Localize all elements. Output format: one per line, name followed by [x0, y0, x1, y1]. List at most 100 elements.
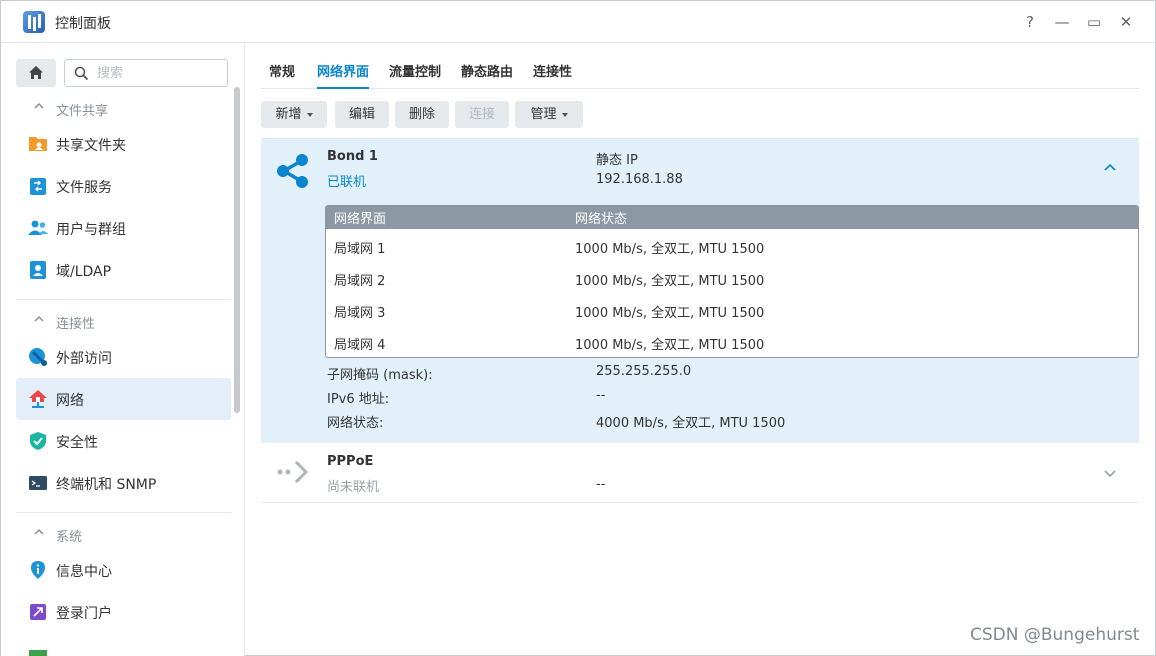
- row-interface-name: 局域网 3: [334, 306, 386, 321]
- csdn-watermark: CSDN @Bungehurst: [970, 625, 1140, 645]
- section-label: 文件共享: [56, 104, 109, 119]
- chevron-up-icon: [34, 528, 44, 535]
- tab-connectivity[interactable]: 连接性: [533, 61, 572, 80]
- table-header: 网络界面 网络状态: [326, 206, 1138, 229]
- title-bar: 控制面板 ? — ▭ ✕: [1, 1, 1155, 43]
- row-interface-state: 1000 Mb/s, 全双工, MTU 1500: [575, 274, 765, 289]
- sidebar-item-label: 外部访问: [56, 351, 112, 367]
- network-state-label: 网络状态:: [327, 416, 384, 431]
- chevron-up-icon: [34, 315, 44, 322]
- pppoe-connection-icon: [277, 460, 309, 484]
- close-button[interactable]: ✕: [1115, 11, 1137, 33]
- sidebar-item-terminal-snmp[interactable]: 终端机和 SNMP: [16, 462, 231, 504]
- dropdown-caret-icon: [306, 112, 313, 117]
- section-divider: [16, 299, 231, 300]
- network-house-icon: [29, 390, 47, 408]
- table-row[interactable]: 局域网 3 1000 Mb/s, 全双工, MTU 1500: [326, 293, 1138, 325]
- tab-static-route[interactable]: 静态路由: [461, 61, 513, 80]
- terminal-icon: [29, 476, 47, 490]
- sidebar-item-security[interactable]: 安全性: [16, 420, 231, 462]
- table-row[interactable]: 局域网 2 1000 Mb/s, 全双工, MTU 1500: [326, 261, 1138, 293]
- sidebar-item-info-center[interactable]: 信息中心: [16, 549, 231, 591]
- sidebar-item-label: 信息中心: [56, 564, 112, 580]
- sidebar: 文件共享 共享文件夹 文件服务 用户与群组 域/LDAP 连接性 外部访问: [1, 43, 245, 656]
- tab-traffic-control[interactable]: 流量控制: [389, 61, 441, 80]
- ipv6-label: IPv6 地址:: [327, 392, 390, 407]
- sidebar-item-label: 域/LDAP: [56, 264, 112, 280]
- dropdown-caret-icon: [561, 112, 568, 117]
- pppoe-value: --: [596, 477, 606, 492]
- sidebar-item-label: 用户与群组: [56, 222, 126, 238]
- sidebar-scrollbar[interactable]: [234, 87, 240, 413]
- home-icon: [29, 66, 43, 79]
- header-state: 网络状态: [575, 212, 628, 227]
- pppoe-interface-panel[interactable]: PPPoE 尚未联机 --: [261, 443, 1139, 503]
- section-header-connectivity[interactable]: 连接性: [16, 309, 231, 335]
- sidebar-item-label: 终端机和 SNMP: [56, 477, 157, 493]
- maximize-button[interactable]: ▭: [1083, 11, 1105, 33]
- create-button[interactable]: 新增: [261, 101, 327, 128]
- bond-ip-mode: 静态 IP: [596, 153, 638, 168]
- delete-button[interactable]: 删除: [395, 101, 449, 128]
- sidebar-item-label: 文件服务: [56, 180, 112, 196]
- create-label: 新增: [275, 107, 302, 122]
- control-panel-window: 控制面板 ? — ▭ ✕ 文件共享 共享文件夹 文件服务 用户与群组: [0, 0, 1156, 656]
- mask-value: 255.255.255.0: [596, 364, 692, 379]
- manage-label: 管理: [530, 107, 557, 122]
- search-field[interactable]: [64, 59, 228, 87]
- sidebar-item-external-access[interactable]: 外部访问: [16, 336, 231, 378]
- row-interface-name: 局域网 2: [334, 274, 386, 289]
- sidebar-item-label: 网络: [56, 393, 84, 409]
- table-row[interactable]: 局域网 4 1000 Mb/s, 全双工, MTU 1500: [326, 325, 1138, 357]
- tab-general[interactable]: 常规: [269, 61, 295, 80]
- section-header-system[interactable]: 系统: [16, 522, 231, 548]
- bond-ip-address: 192.168.1.88: [596, 172, 683, 187]
- tab-network-interface[interactable]: 网络界面: [317, 61, 370, 89]
- header-interface: 网络界面: [334, 212, 387, 227]
- info-center-icon: [31, 561, 45, 579]
- external-access-icon: [29, 348, 48, 367]
- manage-button[interactable]: 管理: [515, 101, 583, 128]
- sidebar-item-shared-folder[interactable]: 共享文件夹: [16, 123, 231, 165]
- window-title: 控制面板: [55, 16, 111, 32]
- sidebar-item-users-groups[interactable]: 用户与群组: [16, 207, 231, 249]
- table-row[interactable]: 局域网 1 1000 Mb/s, 全双工, MTU 1500: [326, 229, 1138, 261]
- network-state-value: 4000 Mb/s, 全双工, MTU 1500: [596, 416, 786, 431]
- tab-bar: 常规 网络界面 流量控制 静态路由 连接性: [261, 43, 1139, 89]
- security-shield-icon: [30, 432, 46, 450]
- bond-interface-panel[interactable]: Bond 1 已联机 静态 IP 192.168.1.88 网络界面 网络状态 …: [261, 138, 1139, 443]
- row-interface-state: 1000 Mb/s, 全双工, MTU 1500: [575, 338, 765, 353]
- chevron-up-icon[interactable]: [1103, 162, 1117, 172]
- section-label: 系统: [56, 530, 83, 545]
- connect-button[interactable]: 连接: [455, 101, 509, 128]
- minimize-button[interactable]: —: [1051, 11, 1073, 33]
- home-button[interactable]: [16, 59, 56, 87]
- sidebar-item-label: 共享文件夹: [56, 138, 126, 154]
- help-button[interactable]: ?: [1019, 11, 1041, 33]
- bond-status: 已联机: [327, 175, 367, 190]
- share-network-icon: [277, 154, 308, 188]
- chevron-down-icon[interactable]: [1103, 468, 1117, 478]
- domain-ldap-icon: [30, 261, 46, 279]
- section-header-file-sharing[interactable]: 文件共享: [16, 96, 231, 122]
- mask-label: 子网掩码 (mask):: [327, 368, 433, 383]
- folder-share-icon: [29, 137, 47, 151]
- edit-button[interactable]: 编辑: [335, 101, 389, 128]
- sidebar-item-network[interactable]: 网络: [16, 378, 231, 420]
- chevron-up-icon: [34, 102, 44, 109]
- search-icon: [74, 66, 89, 81]
- ipv6-value: --: [596, 388, 606, 403]
- bond-name: Bond 1: [327, 149, 378, 164]
- section-label: 连接性: [56, 317, 96, 332]
- sidebar-item-label: 安全性: [56, 435, 98, 451]
- sidebar-item-file-services[interactable]: 文件服务: [16, 165, 231, 207]
- search-input[interactable]: [97, 64, 217, 82]
- sidebar-item-domain-ldap[interactable]: 域/LDAP: [16, 249, 231, 291]
- row-interface-state: 1000 Mb/s, 全双工, MTU 1500: [575, 242, 765, 257]
- row-interface-state: 1000 Mb/s, 全双工, MTU 1500: [575, 306, 765, 321]
- sidebar-item-partial[interactable]: [16, 633, 231, 656]
- sidebar-item-login-portal[interactable]: 登录门户: [16, 591, 231, 633]
- pppoe-name: PPPoE: [327, 454, 374, 469]
- pppoe-status: 尚未联机: [327, 480, 380, 495]
- partial-green-icon: [29, 650, 47, 656]
